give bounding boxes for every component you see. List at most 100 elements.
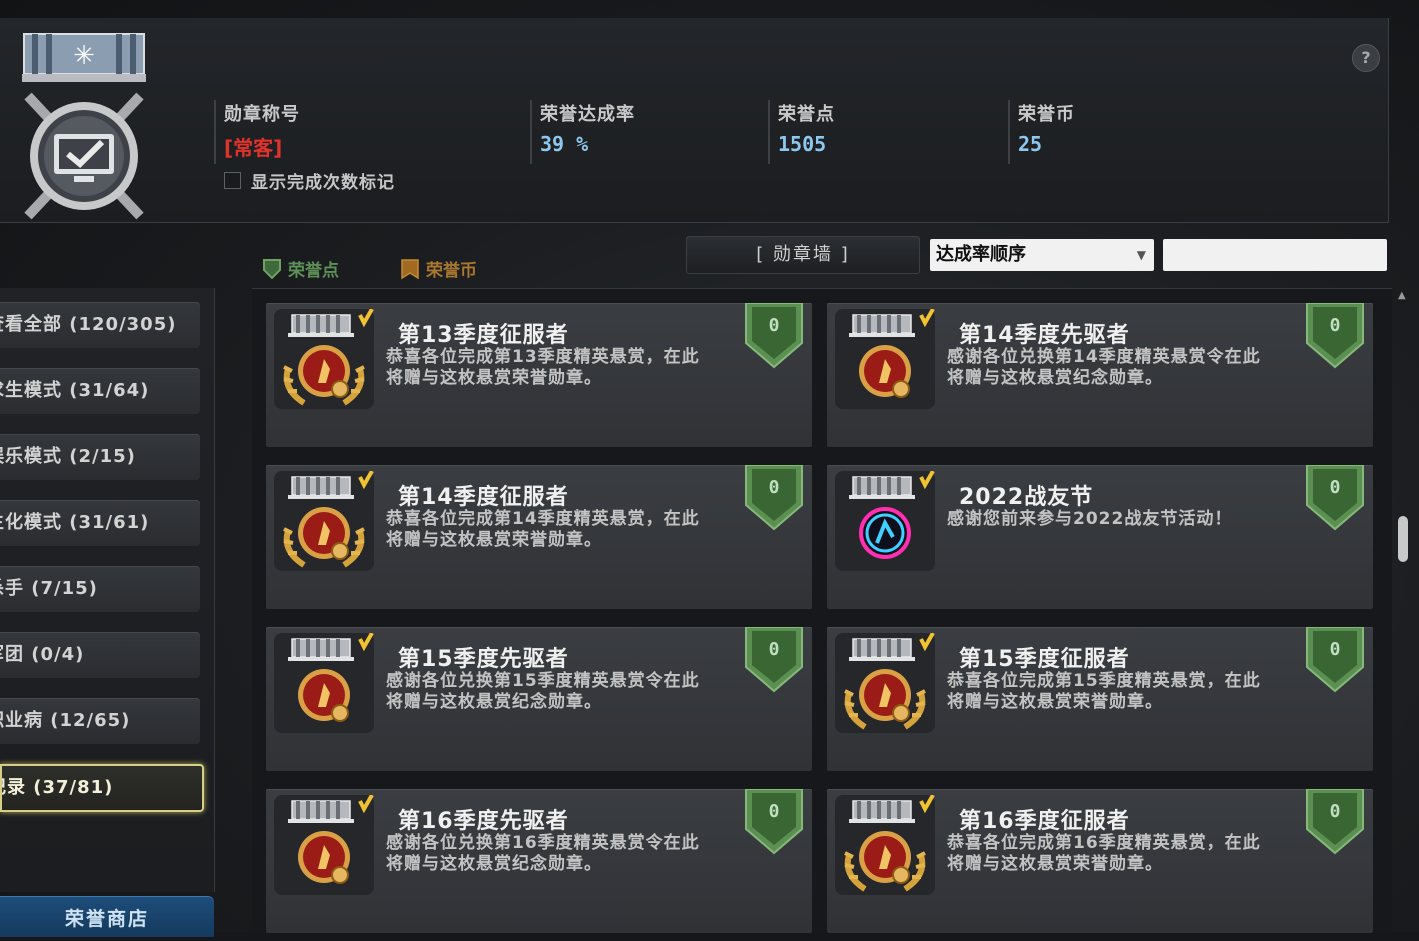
medal-title: 第14季度先驱者	[959, 323, 1130, 348]
medal-card[interactable]: 第16季度征服者 恭喜各位完成第16季度精英悬赏，在此将赠与这枚悬赏荣誉勋章。 0	[827, 788, 1373, 933]
sidebar-item-label: 生化模式 (31/61)	[0, 512, 150, 533]
legend-honor-coins: 荣誉币	[400, 256, 477, 281]
sort-order-select[interactable]: 达成率顺序 ▼	[930, 239, 1154, 271]
sidebar-item-label: 军团 (0/4)	[0, 644, 85, 665]
medal-card[interactable]: 第13季度征服者 恭喜各位完成第13季度精英悬赏，在此将赠与这枚悬赏荣誉勋章。 0	[266, 302, 812, 447]
honor-points-stat: 荣誉点 1505	[768, 100, 835, 164]
honor-coins-stat: 荣誉币 25	[1008, 100, 1075, 164]
completion-rate-stat: 荣誉达成率 39 %	[530, 100, 635, 164]
show-count-toggle[interactable]: 显示完成次数标记	[224, 168, 395, 193]
help-button[interactable]: ?	[1352, 44, 1380, 72]
sidebar-item-zombie[interactable]: 生化模式 (31/61)	[0, 500, 200, 546]
conqueror-wreath-medal-icon	[274, 309, 374, 409]
sidebar-item-entertainment[interactable]: 娱乐模式 (2/15)	[0, 434, 200, 480]
medal-card[interactable]: 2022战友节 感谢您前来参与2022战友节活动！ 0	[827, 464, 1373, 609]
honor-points-value: 0	[1329, 801, 1341, 822]
sidebar-item-records[interactable]: 记录 (37/81)	[0, 764, 204, 812]
honor-points-badge: 0	[744, 788, 804, 855]
legend-honor-coins-label: 荣誉币	[426, 261, 477, 281]
show-count-checkbox[interactable]	[224, 172, 241, 189]
honor-points-value: 1505	[778, 132, 827, 156]
medal-title: 第14季度征服者	[398, 485, 569, 510]
svg-text:✳: ✳	[73, 41, 95, 71]
medal-description: 感谢各位兑换第15季度精英悬赏令在此将赠与这枚悬赏纪念勋章。	[386, 671, 700, 712]
sidebar-item-label: 记录 (37/81)	[0, 777, 114, 798]
sidebar-item-label: 职业病 (12/65)	[0, 710, 131, 731]
scroll-thumb[interactable]	[1398, 516, 1408, 562]
sidebar-item-killer[interactable]: 杀手 (7/15)	[0, 566, 200, 612]
honor-points-badge: 0	[1305, 788, 1365, 855]
sidebar-item-label: 求生模式 (31/64)	[0, 380, 150, 401]
medal-grid-scrollbar[interactable]: ▲	[1396, 290, 1410, 932]
conqueror-wreath-medal-icon	[274, 471, 374, 571]
medal-title: 2022战友节	[959, 485, 1094, 510]
honor-points-badge: 0	[1305, 302, 1365, 369]
sidebar-item-all[interactable]: 查看全部 (120/305)	[0, 302, 200, 348]
medal-title: 第16季度征服者	[959, 809, 1130, 834]
medal-description: 恭喜各位完成第15季度精英悬赏，在此将赠与这枚悬赏荣誉勋章。	[947, 671, 1261, 712]
honor-medal-screen: ✳ 勋章称号 [常客] 荣誉达成率 39 % 荣誉点 1505 荣誉币 25 显…	[0, 0, 1419, 937]
gold-flag-icon	[401, 258, 419, 279]
pioneer-star-medal-icon	[274, 795, 374, 895]
chevron-down-icon: ▼	[1136, 248, 1146, 262]
legend-honor-points: 荣誉点	[262, 256, 339, 281]
medal-wall-button[interactable]: [ 勋章墙 ]	[686, 236, 920, 274]
honor-points-badge: 0	[1305, 626, 1365, 693]
honor-points-value: 0	[1329, 315, 1341, 336]
show-count-label: 显示完成次数标记	[251, 173, 395, 193]
sidebar-item-occupational[interactable]: 职业病 (12/65)	[0, 698, 200, 744]
scroll-up-icon[interactable]: ▲	[1398, 290, 1406, 301]
sidebar-item-legion[interactable]: 军团 (0/4)	[0, 632, 200, 678]
honor-points-value: 0	[768, 315, 780, 336]
medal-title: 第13季度征服者	[398, 323, 569, 348]
profile-summary-panel: ✳ 勋章称号 [常客] 荣誉达成率 39 % 荣誉点 1505 荣誉币 25 显…	[0, 18, 1389, 223]
medal-title-value: [常客]	[224, 136, 283, 160]
medal-card[interactable]: 第14季度征服者 恭喜各位完成第14季度精英悬赏，在此将赠与这枚悬赏荣誉勋章。 0	[266, 464, 812, 609]
conqueror-wreath-medal-icon	[835, 795, 935, 895]
green-shield-icon	[1306, 302, 1364, 369]
medal-card[interactable]: 第16季度先驱者 感谢各位兑换第16季度精英悬赏令在此将赠与这枚悬赏纪念勋章。 0	[266, 788, 812, 933]
medal-description: 恭喜各位完成第16季度精英悬赏，在此将赠与这枚悬赏荣誉勋章。	[947, 833, 1261, 874]
medal-description: 感谢各位兑换第16季度精英悬赏令在此将赠与这枚悬赏纪念勋章。	[386, 833, 700, 874]
medal-card[interactable]: 第15季度征服者 恭喜各位完成第15季度精英悬赏，在此将赠与这枚悬赏荣誉勋章。 0	[827, 626, 1373, 771]
medal-title: 第15季度征服者	[959, 647, 1130, 672]
completion-rate-value: 39 %	[540, 132, 589, 156]
medal-card[interactable]: 第14季度先驱者 感谢各位兑换第14季度精英悬赏令在此将赠与这枚悬赏纪念勋章。 0	[827, 302, 1373, 447]
medal-title-stat: 勋章称号 [常客]	[214, 100, 300, 164]
honor-points-badge: 0	[744, 464, 804, 531]
honor-coins-value: 25	[1018, 132, 1043, 156]
medal-grid: 第13季度征服者 恭喜各位完成第13季度精英悬赏，在此将赠与这枚悬赏荣誉勋章。 0 第…	[252, 288, 1392, 933]
green-shield-icon	[1306, 464, 1364, 531]
green-shield-icon	[745, 464, 803, 531]
honor-points-badge: 0	[744, 302, 804, 369]
honor-points-value: 0	[768, 639, 780, 660]
honor-points-label: 荣誉点	[778, 104, 835, 125]
honor-coins-label: 荣誉币	[1018, 104, 1075, 125]
conqueror-wreath-medal-icon	[835, 633, 935, 733]
medal-title: 第15季度先驱者	[398, 647, 569, 672]
honor-points-badge: 0	[1305, 464, 1365, 531]
honor-points-badge: 0	[744, 626, 804, 693]
green-shield-icon	[745, 788, 803, 855]
sort-order-value: 达成率顺序	[936, 244, 1026, 265]
medal-description: 恭喜各位完成第13季度精英悬赏，在此将赠与这枚悬赏荣誉勋章。	[386, 347, 700, 388]
honor-points-value: 0	[768, 801, 780, 822]
medal-description: 感谢各位兑换第14季度精英悬赏令在此将赠与这枚悬赏纪念勋章。	[947, 347, 1261, 388]
legend-honor-points-label: 荣誉点	[288, 261, 339, 281]
medal-search-input[interactable]	[1163, 239, 1387, 271]
sidebar-item-label: 杀手 (7/15)	[0, 578, 98, 599]
green-shield-icon	[745, 302, 803, 369]
medal-title: 第16季度先驱者	[398, 809, 569, 834]
current-title-medal-icon: ✳	[22, 33, 146, 220]
honor-points-value: 0	[1329, 639, 1341, 660]
medal-card[interactable]: 第15季度先驱者 感谢各位兑换第15季度精英悬赏令在此将赠与这枚悬赏纪念勋章。 0	[266, 626, 812, 771]
honor-points-value: 0	[1329, 477, 1341, 498]
honor-shop-button[interactable]: 荣誉商店	[0, 896, 214, 937]
pioneer-star-medal-icon	[835, 309, 935, 409]
green-shield-icon	[263, 258, 281, 279]
completion-rate-label: 荣誉达成率	[540, 104, 635, 125]
green-shield-icon	[1306, 626, 1364, 693]
category-sidebar: 查看全部 (120/305) 求生模式 (31/64) 娱乐模式 (2/15) …	[0, 288, 215, 892]
honor-points-value: 0	[768, 477, 780, 498]
sidebar-item-survival[interactable]: 求生模式 (31/64)	[0, 368, 200, 414]
